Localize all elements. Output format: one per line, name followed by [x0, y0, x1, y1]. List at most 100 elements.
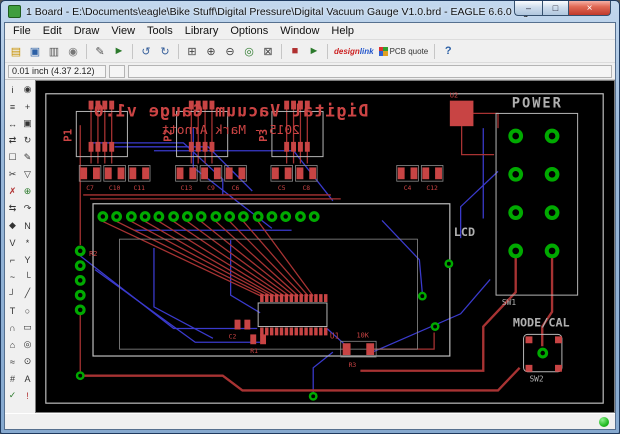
replace-tool[interactable]: ↷: [20, 200, 35, 217]
vias[interactable]: [75, 259, 454, 401]
passive-c2-r1-r3[interactable]: C2 R1 R3 10K: [229, 319, 377, 369]
smash-tool[interactable]: *: [20, 234, 35, 251]
delete-tool[interactable]: ✗: [5, 183, 20, 200]
name-tool[interactable]: N: [20, 217, 35, 234]
open-icon[interactable]: ▤: [7, 42, 25, 60]
minimize-button[interactable]: –: [514, 1, 542, 16]
pinswap-tool[interactable]: ⇆: [5, 200, 20, 217]
signal-tool[interactable]: ≈: [5, 353, 20, 370]
tool-palette: i ◉ ≡ + ↔ ▣ ⇄ ↻ ☐ ✎ ✂ ▽ ✗ ⊕ ⇆ ↷ ◆ N V *: [5, 80, 35, 413]
sw1-label: SW1: [502, 298, 516, 307]
route-tool[interactable]: └: [20, 268, 35, 285]
component-ref: C9: [207, 184, 215, 192]
go-icon[interactable]: ►: [305, 42, 323, 60]
hole-tool[interactable]: ⊙: [20, 353, 35, 370]
menu-draw[interactable]: Draw: [68, 24, 106, 38]
menu-help[interactable]: Help: [325, 24, 360, 38]
display-tool[interactable]: ≡: [5, 98, 20, 115]
ic-u1[interactable]: U1: [257, 294, 340, 340]
command-history-dropdown[interactable]: [109, 64, 125, 78]
component-ref: C4: [404, 184, 412, 192]
titlebar[interactable]: 1 Board - E:\Documents\eagle\Bike Stuff\…: [4, 1, 616, 22]
arc-tool[interactable]: ∩: [5, 319, 20, 336]
paste-tool[interactable]: ▽: [20, 166, 35, 183]
top-copper-power-traces[interactable]: [80, 254, 554, 392]
auto-tool[interactable]: A: [20, 370, 35, 387]
text-tool[interactable]: T: [5, 302, 20, 319]
component-ref: C5: [278, 184, 286, 192]
wire-tool[interactable]: ╱: [20, 285, 35, 302]
regulator-u2[interactable]: U2: [449, 92, 474, 127]
bottom-copper-traces[interactable]: [79, 127, 499, 394]
redo-icon[interactable]: ↻: [156, 42, 174, 60]
info-tool[interactable]: i: [5, 81, 20, 98]
stop-icon[interactable]: ■: [286, 42, 304, 60]
menu-edit[interactable]: Edit: [37, 24, 68, 38]
rect-tool[interactable]: ▭: [20, 319, 35, 336]
menu-window[interactable]: Window: [274, 24, 325, 38]
lcd-label: LCD: [454, 225, 475, 239]
passive-components-row[interactable]: C7 C10 C11 C13 C9 C6 C5 C8 C4 C12: [78, 165, 444, 192]
ratsnest-tool[interactable]: #: [5, 370, 20, 387]
drc-tool[interactable]: ✓: [5, 387, 20, 404]
via-tool[interactable]: ◎: [20, 336, 35, 353]
pcb-quote-button[interactable]: PCB quote: [377, 46, 431, 56]
zoom-in-icon[interactable]: ⊕: [202, 42, 220, 60]
close-button[interactable]: ×: [569, 1, 611, 16]
maximize-button[interactable]: □: [542, 1, 569, 16]
toolbar: ▤ ▣ ▥ ◉ ✎ ► ↺ ↻ ⊞ ⊕ ⊖ ◎ ⊠ ■ ► designlink…: [5, 40, 615, 63]
designlink-button[interactable]: designlink: [332, 47, 376, 56]
ripup-tool[interactable]: ┘: [5, 285, 20, 302]
menu-file[interactable]: File: [7, 24, 37, 38]
circle-tool[interactable]: ○: [20, 302, 35, 319]
menu-options[interactable]: Options: [224, 24, 274, 38]
zoom-select-icon[interactable]: ⊠: [259, 42, 277, 60]
designlink-label-part1: design: [334, 46, 360, 56]
errors-tool[interactable]: !: [20, 387, 35, 404]
menu-library[interactable]: Library: [179, 24, 225, 38]
power-connector[interactable]: SW1: [495, 112, 579, 307]
pcb-quote-icon: [378, 46, 388, 56]
app-body: File Edit Draw View Tools Library Option…: [4, 22, 616, 430]
move-tool[interactable]: ↔: [5, 115, 20, 132]
rotate-tool[interactable]: ↻: [20, 132, 35, 149]
left-pad-column[interactable]: R2: [74, 245, 98, 316]
value-tool[interactable]: V: [5, 234, 20, 251]
statusbar: [5, 413, 615, 429]
menu-tools[interactable]: Tools: [141, 24, 179, 38]
toolbar-separator: [327, 43, 328, 59]
component-ref: C11: [133, 184, 145, 192]
zoom-fit-icon[interactable]: ⊞: [183, 42, 201, 60]
change-tool[interactable]: ✎: [20, 149, 35, 166]
mark-tool[interactable]: +: [20, 98, 35, 115]
polygon-tool[interactable]: ⌂: [5, 336, 20, 353]
menu-view[interactable]: View: [105, 24, 141, 38]
command-input[interactable]: [128, 64, 612, 78]
optimize-tool[interactable]: ~: [5, 268, 20, 285]
zoom-redraw-icon[interactable]: ◎: [240, 42, 258, 60]
p3-label: P3: [257, 129, 270, 142]
cam-processor-icon[interactable]: ◉: [64, 42, 82, 60]
miter-tool[interactable]: ⌐: [5, 251, 20, 268]
r1-label: R1: [250, 347, 258, 355]
board-canvas[interactable]: C7 C10 C11 C13 C9 C6 C5 C8 C4 C12 U2 SW1…: [35, 80, 615, 413]
cut-tool[interactable]: ✂: [5, 166, 20, 183]
split-tool[interactable]: Y: [20, 251, 35, 268]
board-title-mirrored: Digital Vacuum Gauge v1.0: [93, 100, 369, 120]
copy-tool[interactable]: ▣: [20, 115, 35, 132]
p1-label: P1: [61, 129, 74, 142]
mirror-tool[interactable]: ⇄: [5, 132, 20, 149]
zoom-out-icon[interactable]: ⊖: [221, 42, 239, 60]
add-tool[interactable]: ⊕: [20, 183, 35, 200]
print-icon[interactable]: ▥: [45, 42, 63, 60]
show-tool[interactable]: ◉: [20, 81, 35, 98]
component-ref: C6: [232, 184, 240, 192]
group-tool[interactable]: ☐: [5, 149, 20, 166]
script-icon[interactable]: ✎: [91, 42, 109, 60]
run-icon[interactable]: ►: [110, 42, 128, 60]
save-icon[interactable]: ▣: [26, 42, 44, 60]
help-icon[interactable]: ?: [439, 42, 457, 60]
u1-label: U1: [330, 331, 340, 340]
undo-icon[interactable]: ↺: [137, 42, 155, 60]
lock-tool[interactable]: ◆: [5, 217, 20, 234]
